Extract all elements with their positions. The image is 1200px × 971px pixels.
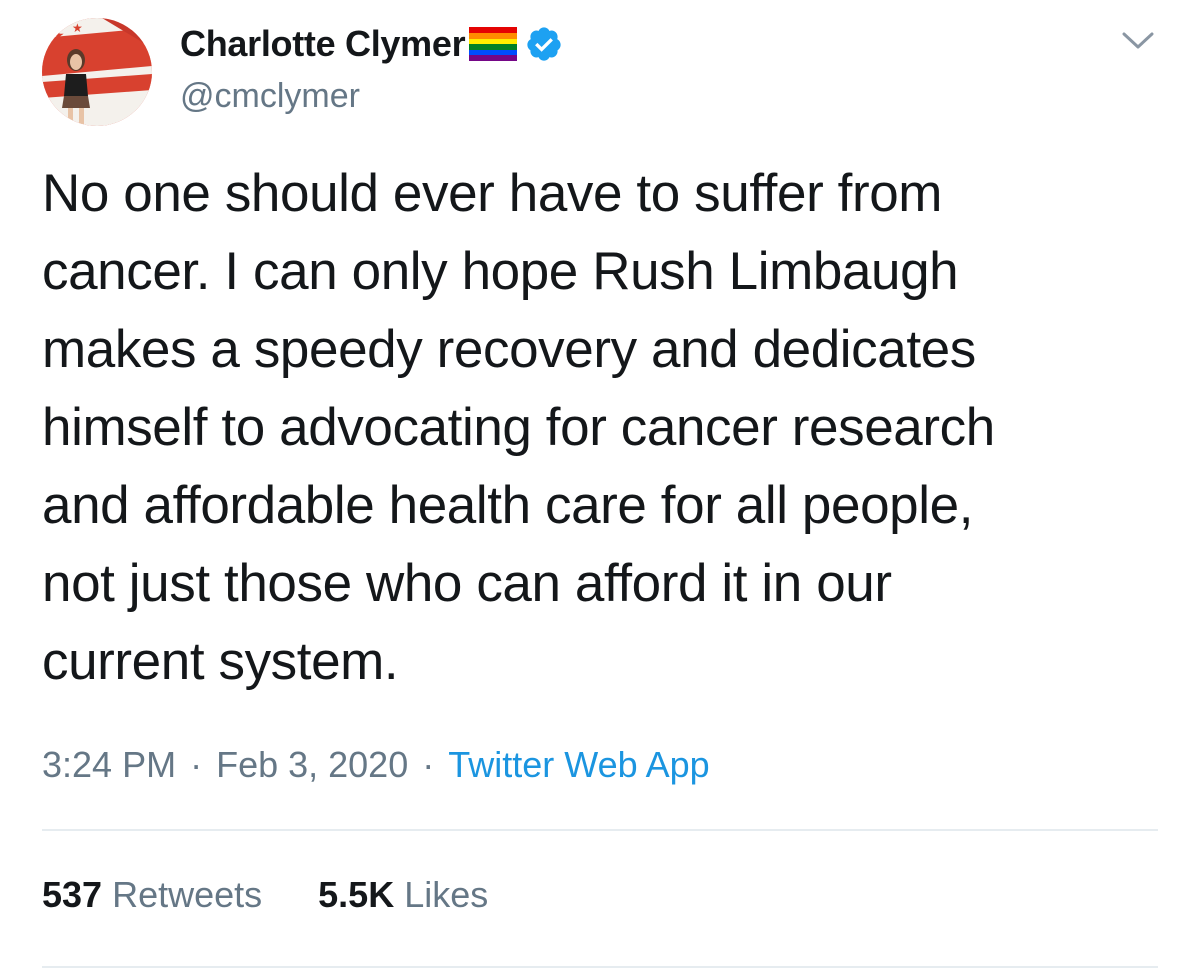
author-handle[interactable]: @cmclymer: [180, 77, 360, 116]
author-name-row: Charlotte Clymer: [180, 23, 563, 65]
tweet-source-link[interactable]: Twitter Web App: [448, 744, 709, 786]
verified-badge-icon: [527, 27, 561, 61]
meta-separator: ·: [190, 744, 203, 785]
avatar[interactable]: ★ ★: [42, 18, 152, 126]
author-display-name[interactable]: Charlotte Clymer: [180, 23, 466, 65]
tweet-card: ★ ★ Charlotte Clymer @cmclymer No one sh…: [0, 0, 1200, 971]
tweet-text-line: not just those who can afford it in our: [42, 554, 892, 613]
svg-text:★: ★: [72, 21, 83, 35]
tweet-text-line: cancer. I can only hope Rush Limbaugh: [42, 242, 959, 301]
retweets-stat[interactable]: 537 Retweets: [42, 874, 262, 916]
tweet-stats: 537 Retweets 5.5K Likes: [42, 874, 488, 916]
tweet-text-line: himself to advocating for cancer researc…: [42, 398, 995, 457]
tweet-text-line: and affordable health care for all peopl…: [42, 476, 974, 535]
tweet-date[interactable]: Feb 3, 2020: [216, 744, 408, 786]
profile-photo: ★ ★: [42, 18, 152, 126]
tweet-time[interactable]: 3:24 PM: [42, 744, 176, 786]
tweet-text-line: makes a speedy recovery and dedicates: [42, 320, 976, 379]
meta-separator: ·: [422, 744, 435, 785]
tweet-text-line: current system.: [42, 632, 399, 691]
rainbow-flag-icon: [469, 27, 518, 61]
chevron-down-icon[interactable]: [1120, 28, 1156, 52]
divider: [42, 966, 1158, 968]
svg-text:★: ★: [52, 28, 65, 44]
tweet-text: No one should ever have to suffer from c…: [42, 155, 1182, 701]
retweets-label: Retweets: [112, 874, 263, 915]
retweets-count: 537: [42, 874, 103, 915]
likes-label: Likes: [404, 874, 489, 915]
divider: [42, 829, 1158, 831]
tweet-meta: 3:24 PM · Feb 3, 2020 · Twitter Web App: [42, 740, 710, 790]
tweet-text-line: No one should ever have to suffer from: [42, 164, 943, 223]
likes-count: 5.5K: [318, 874, 395, 915]
likes-stat[interactable]: 5.5K Likes: [318, 874, 488, 916]
